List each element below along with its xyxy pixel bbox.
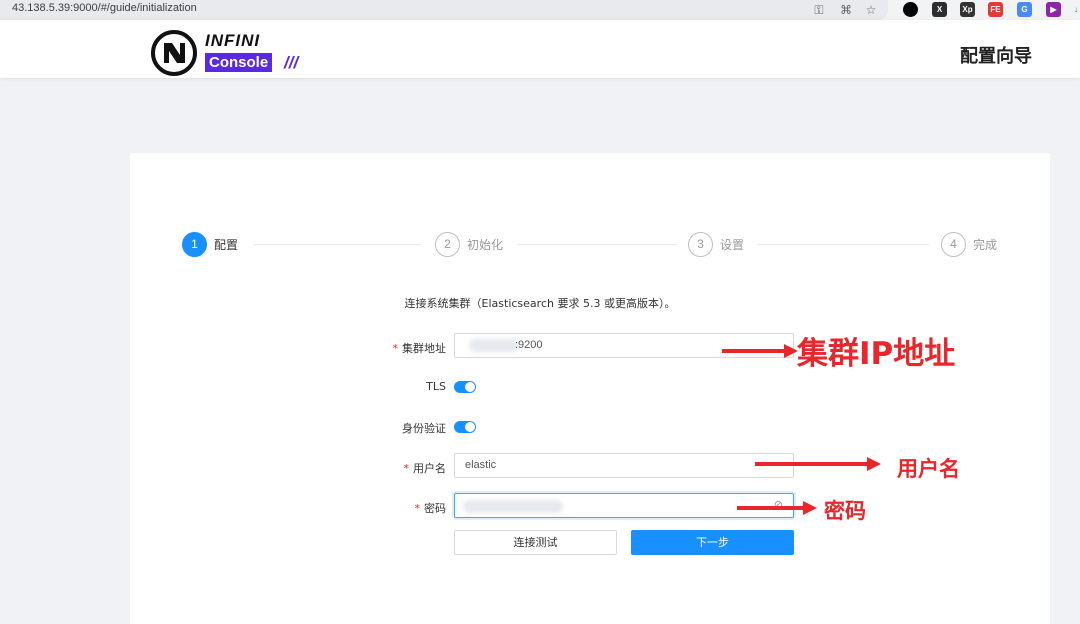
step-label: 完成 bbox=[973, 238, 998, 252]
required-mark: * bbox=[414, 502, 421, 515]
annotation-arrow-icon bbox=[737, 501, 817, 515]
step-config: 1 配置 bbox=[182, 232, 238, 257]
fe-extension-icon[interactable]: FE bbox=[988, 2, 1003, 17]
step-number: 1 bbox=[182, 232, 207, 257]
redacted-password bbox=[463, 500, 563, 513]
step-connector bbox=[757, 244, 929, 245]
logo-text-console: Console bbox=[205, 53, 273, 72]
annotation-username: 用户名 bbox=[897, 457, 960, 481]
step-number: 3 bbox=[688, 232, 713, 257]
next-step-button[interactable]: 下一步 bbox=[631, 530, 794, 555]
address-bar[interactable]: 43.138.5.39:9000/#/guide/initialization … bbox=[0, 0, 888, 20]
annotation-arrow-icon bbox=[755, 457, 881, 471]
tls-toggle[interactable] bbox=[454, 381, 476, 393]
browser-toolbar: 43.138.5.39:9000/#/guide/initialization … bbox=[0, 0, 1080, 20]
password-label: * 密码 bbox=[415, 500, 447, 516]
username-input[interactable]: elastic bbox=[454, 453, 794, 478]
required-mark: * bbox=[392, 342, 399, 355]
annotation-cluster-ip: 集群IP地址 bbox=[797, 336, 956, 372]
cluster-address-label-text: 集群地址 bbox=[402, 342, 446, 355]
download-icon[interactable]: ↓ bbox=[1072, 2, 1080, 17]
annotation-password: 密码 bbox=[824, 499, 866, 523]
username-value: elastic bbox=[465, 459, 497, 471]
required-mark: * bbox=[403, 462, 410, 475]
step-connector bbox=[254, 244, 421, 245]
step-label: 配置 bbox=[214, 238, 239, 252]
cluster-address-label: * 集群地址 bbox=[393, 340, 447, 356]
logo-text-infini: INFINI bbox=[205, 31, 261, 50]
step-init: 2 初始化 bbox=[435, 232, 503, 257]
logo-slashes: /// bbox=[284, 53, 299, 72]
form-description: 连接系统集群（Elasticsearch 要求 5.3 或更高版本）。 bbox=[404, 297, 676, 310]
password-label-text: 密码 bbox=[424, 502, 446, 515]
step-number: 4 bbox=[941, 232, 966, 257]
translate-icon[interactable]: ⌘ bbox=[838, 2, 854, 18]
cluster-address-value: :9200 bbox=[515, 339, 543, 351]
tls-label: TLS bbox=[426, 380, 446, 393]
step-connector bbox=[517, 244, 677, 245]
bookmark-star-icon[interactable]: ☆ bbox=[863, 2, 879, 18]
step-done: 4 完成 bbox=[941, 232, 997, 257]
username-label: * 用户名 bbox=[404, 460, 447, 476]
key-icon[interactable]: ⚿ bbox=[811, 2, 827, 18]
translate-extension-icon[interactable]: G bbox=[1017, 2, 1032, 17]
annotation-arrow-icon bbox=[722, 344, 798, 358]
auth-label: 身份验证 bbox=[402, 422, 446, 435]
step-label: 设置 bbox=[720, 238, 745, 252]
page-title: 配置向导 bbox=[960, 46, 1032, 67]
step-label: 初始化 bbox=[467, 238, 504, 252]
redacted-ip bbox=[469, 339, 519, 352]
xp-extension-icon[interactable]: Xp bbox=[960, 2, 975, 17]
step-number: 2 bbox=[435, 232, 460, 257]
auth-toggle[interactable] bbox=[454, 421, 476, 433]
username-label-text: 用户名 bbox=[413, 462, 446, 475]
record-extension-icon[interactable] bbox=[903, 2, 918, 17]
url-text[interactable]: 43.138.5.39:9000/#/guide/initialization bbox=[12, 2, 197, 14]
step-settings: 3 设置 bbox=[688, 232, 744, 257]
x-extension-icon[interactable]: X bbox=[932, 2, 947, 17]
infini-logo-icon bbox=[151, 30, 197, 76]
play-extension-icon[interactable]: ▶ bbox=[1046, 2, 1061, 17]
app-header: INFINI Console /// 配置向导 bbox=[0, 20, 1080, 78]
test-connection-button[interactable]: 连接测试 bbox=[454, 530, 617, 555]
